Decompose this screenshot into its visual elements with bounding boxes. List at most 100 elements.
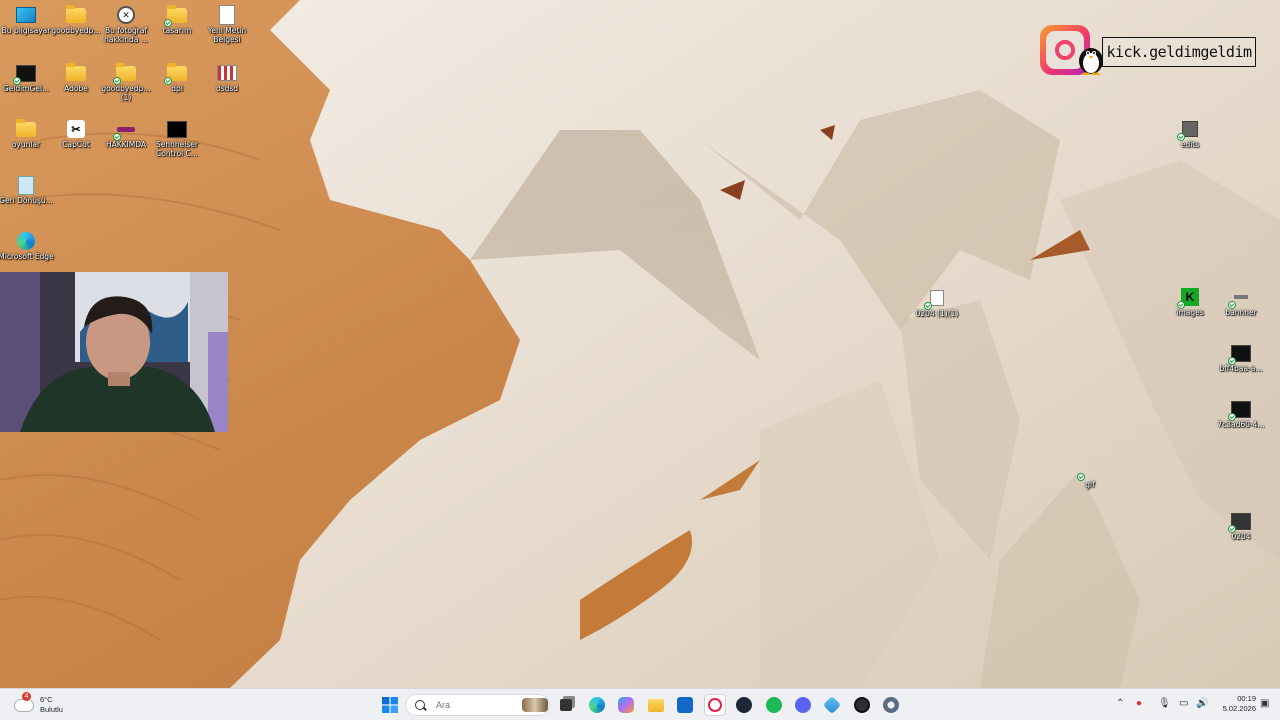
system-clock[interactable]: 00:19 5.02.2026	[1216, 694, 1256, 714]
search-input[interactable]	[434, 699, 518, 711]
text-document-icon	[217, 5, 237, 25]
desktop-icon-geldimgel[interactable]: GeldimGel...	[0, 64, 52, 94]
desktop-icon-label: bff4baa-a...	[1219, 364, 1263, 373]
desktop-icon-label: HAKKIMDA	[105, 140, 147, 149]
images-icon: K	[1177, 288, 1200, 309]
shortcut-icon	[1177, 120, 1200, 141]
taskbar-snipping-tool[interactable]	[821, 694, 843, 716]
desktop-icon-0204-1-1[interactable]: 0204 (1)(1)	[911, 289, 963, 319]
file-explorer-icon	[648, 698, 664, 712]
desktop-icon-bff4baa[interactable]: bff4baa-a...	[1215, 344, 1267, 374]
desktop-icon-adobe[interactable]: Adobe	[50, 62, 102, 94]
copilot-icon	[618, 697, 634, 713]
weather-widget[interactable]: 4 6°C Bulutlu	[14, 691, 63, 717]
desktop-icon-label: dpi	[171, 84, 183, 93]
start-button[interactable]	[379, 694, 401, 716]
desktop-icon-label: 0204 (1)(1)	[915, 309, 959, 318]
taskbar: 4 6°C Bulutlu Ara ⌃ ● 🎙 ▭ 🔊 00:19 5.02.2…	[0, 688, 1280, 720]
record-icon[interactable]: ●	[1136, 698, 1142, 709]
taskbar-opera-gx[interactable]	[704, 694, 726, 716]
desktop-icon-edits[interactable]: edits	[1164, 120, 1216, 150]
image-grid-icon	[217, 64, 237, 82]
desktop-icon-label: Bu bilgisayar	[1, 26, 51, 35]
folder-icon	[66, 62, 86, 82]
taskbar-copilot[interactable]	[615, 694, 637, 716]
desktop-icon-0204[interactable]: 0204	[1215, 512, 1267, 542]
desktop-icon-7c3ad60[interactable]: 7c3ad60-4...	[1215, 400, 1267, 430]
desktop-icon-this-pc[interactable]: Bu bilgisayar	[0, 6, 52, 36]
cloud-icon: 4	[14, 691, 34, 712]
taskbar-settings[interactable]	[880, 694, 902, 716]
edge-icon	[16, 232, 36, 250]
desktop-icon-hakkimda[interactable]: HAKKIMDA	[100, 120, 152, 150]
windows-start-icon	[382, 697, 398, 713]
desktop-icon-capcut[interactable]: ✂ CapCut	[50, 120, 102, 150]
desktop-icon-microsoft-edge[interactable]: Microsoft Edge	[0, 232, 54, 262]
desktop-icon-label: Yeni Metin Belgesi	[207, 26, 247, 44]
settings-icon	[883, 697, 899, 713]
taskbar-obs[interactable]	[851, 694, 873, 716]
webcam-overlay	[0, 272, 228, 432]
desktop-icon-images[interactable]: K images	[1164, 288, 1216, 318]
chevron-up-icon[interactable]: ⌃	[1116, 698, 1124, 709]
clock-time: 00:19	[1237, 694, 1256, 703]
task-view-icon	[560, 699, 572, 711]
notification-icon[interactable]: ▣	[1260, 698, 1269, 709]
desktop-icon-dsdsd[interactable]: dsdsd	[201, 64, 253, 94]
weather-condition: Bulutlu	[40, 705, 63, 714]
this-pc-icon	[16, 6, 36, 24]
desktop-icon-label: Geri Dönüşü...	[0, 196, 53, 205]
taskbar-edge[interactable]	[586, 694, 608, 716]
recycle-bin-icon	[16, 175, 36, 195]
spotify-icon	[766, 697, 782, 713]
discord-icon	[795, 697, 811, 713]
snipping-icon	[822, 695, 842, 715]
stream-overlay: kick.geldimgeldim	[1040, 25, 1256, 80]
taskbar-steam[interactable]	[733, 694, 755, 716]
desktop-icon-bannner[interactable]: bannner	[1215, 288, 1267, 318]
shortcut-icon	[1077, 460, 1100, 481]
desktop-icon-label: GeldimGel...	[2, 84, 50, 93]
speaker-icon[interactable]: 🔊	[1196, 698, 1208, 709]
desktop-icon-label: bannner	[1225, 308, 1257, 317]
desktop-icon-gif[interactable]: gif	[1064, 460, 1116, 490]
info-icon: ✕	[116, 6, 136, 24]
video-icon	[1228, 344, 1251, 365]
desktop-icon-new-text-document[interactable]: Yeni Metin Belgesi	[201, 5, 253, 44]
desktop-icon-sennheiser[interactable]: Sennheiser Control C...	[151, 120, 203, 158]
taskbar-discord[interactable]	[792, 694, 814, 716]
shortcut-icon	[1228, 288, 1251, 309]
clock-date: 5.02.2026	[1222, 704, 1256, 713]
microphone-icon[interactable]: 🎙	[1158, 698, 1171, 709]
desktop-icon-tasarim[interactable]: tasarım	[151, 4, 203, 36]
task-view-button[interactable]	[555, 694, 577, 716]
obs-icon	[854, 697, 870, 713]
desktop-icon-about-photo[interactable]: ✕ Bu fotoğraf hakkında ...	[100, 6, 152, 44]
desktop-icon-label: 0204	[1231, 532, 1251, 541]
folder-icon	[16, 118, 36, 138]
desktop-icon-label: images	[1176, 308, 1204, 317]
folder-icon	[164, 62, 187, 85]
edge-icon	[589, 697, 605, 713]
desktop-icon-dpi[interactable]: dpi	[151, 62, 203, 94]
image-folder-icon	[164, 4, 187, 27]
search-icon	[415, 700, 425, 710]
desktop-icon-oyunlar[interactable]: oyunlar	[0, 118, 52, 150]
taskbar-file-explorer[interactable]	[645, 694, 667, 716]
taskbar-store[interactable]	[674, 694, 696, 716]
desktop-icon-recycle-bin[interactable]: Geri Dönüşü...	[0, 175, 53, 206]
shortcut-icon	[113, 120, 136, 141]
desktop-icon-label: dsdsd	[215, 84, 239, 93]
network-icon[interactable]: ▭	[1179, 698, 1188, 709]
taskbar-spotify[interactable]	[763, 694, 785, 716]
desktop-icon-label: Microsoft Edge	[0, 252, 54, 261]
folder-icon	[66, 4, 86, 24]
weather-temperature: 6°C	[40, 695, 53, 704]
desktop-icon-goodbyedp[interactable]: goodbyedp...	[50, 4, 102, 36]
desktop-icon-label: goodbyedp...	[51, 26, 101, 35]
weather-badge: 4	[22, 691, 31, 701]
steam-icon	[736, 697, 752, 713]
video-icon	[1228, 400, 1251, 421]
taskbar-search[interactable]	[405, 694, 550, 716]
desktop-icon-goodbyedp-1[interactable]: goodbyedp... (1)	[100, 62, 152, 102]
